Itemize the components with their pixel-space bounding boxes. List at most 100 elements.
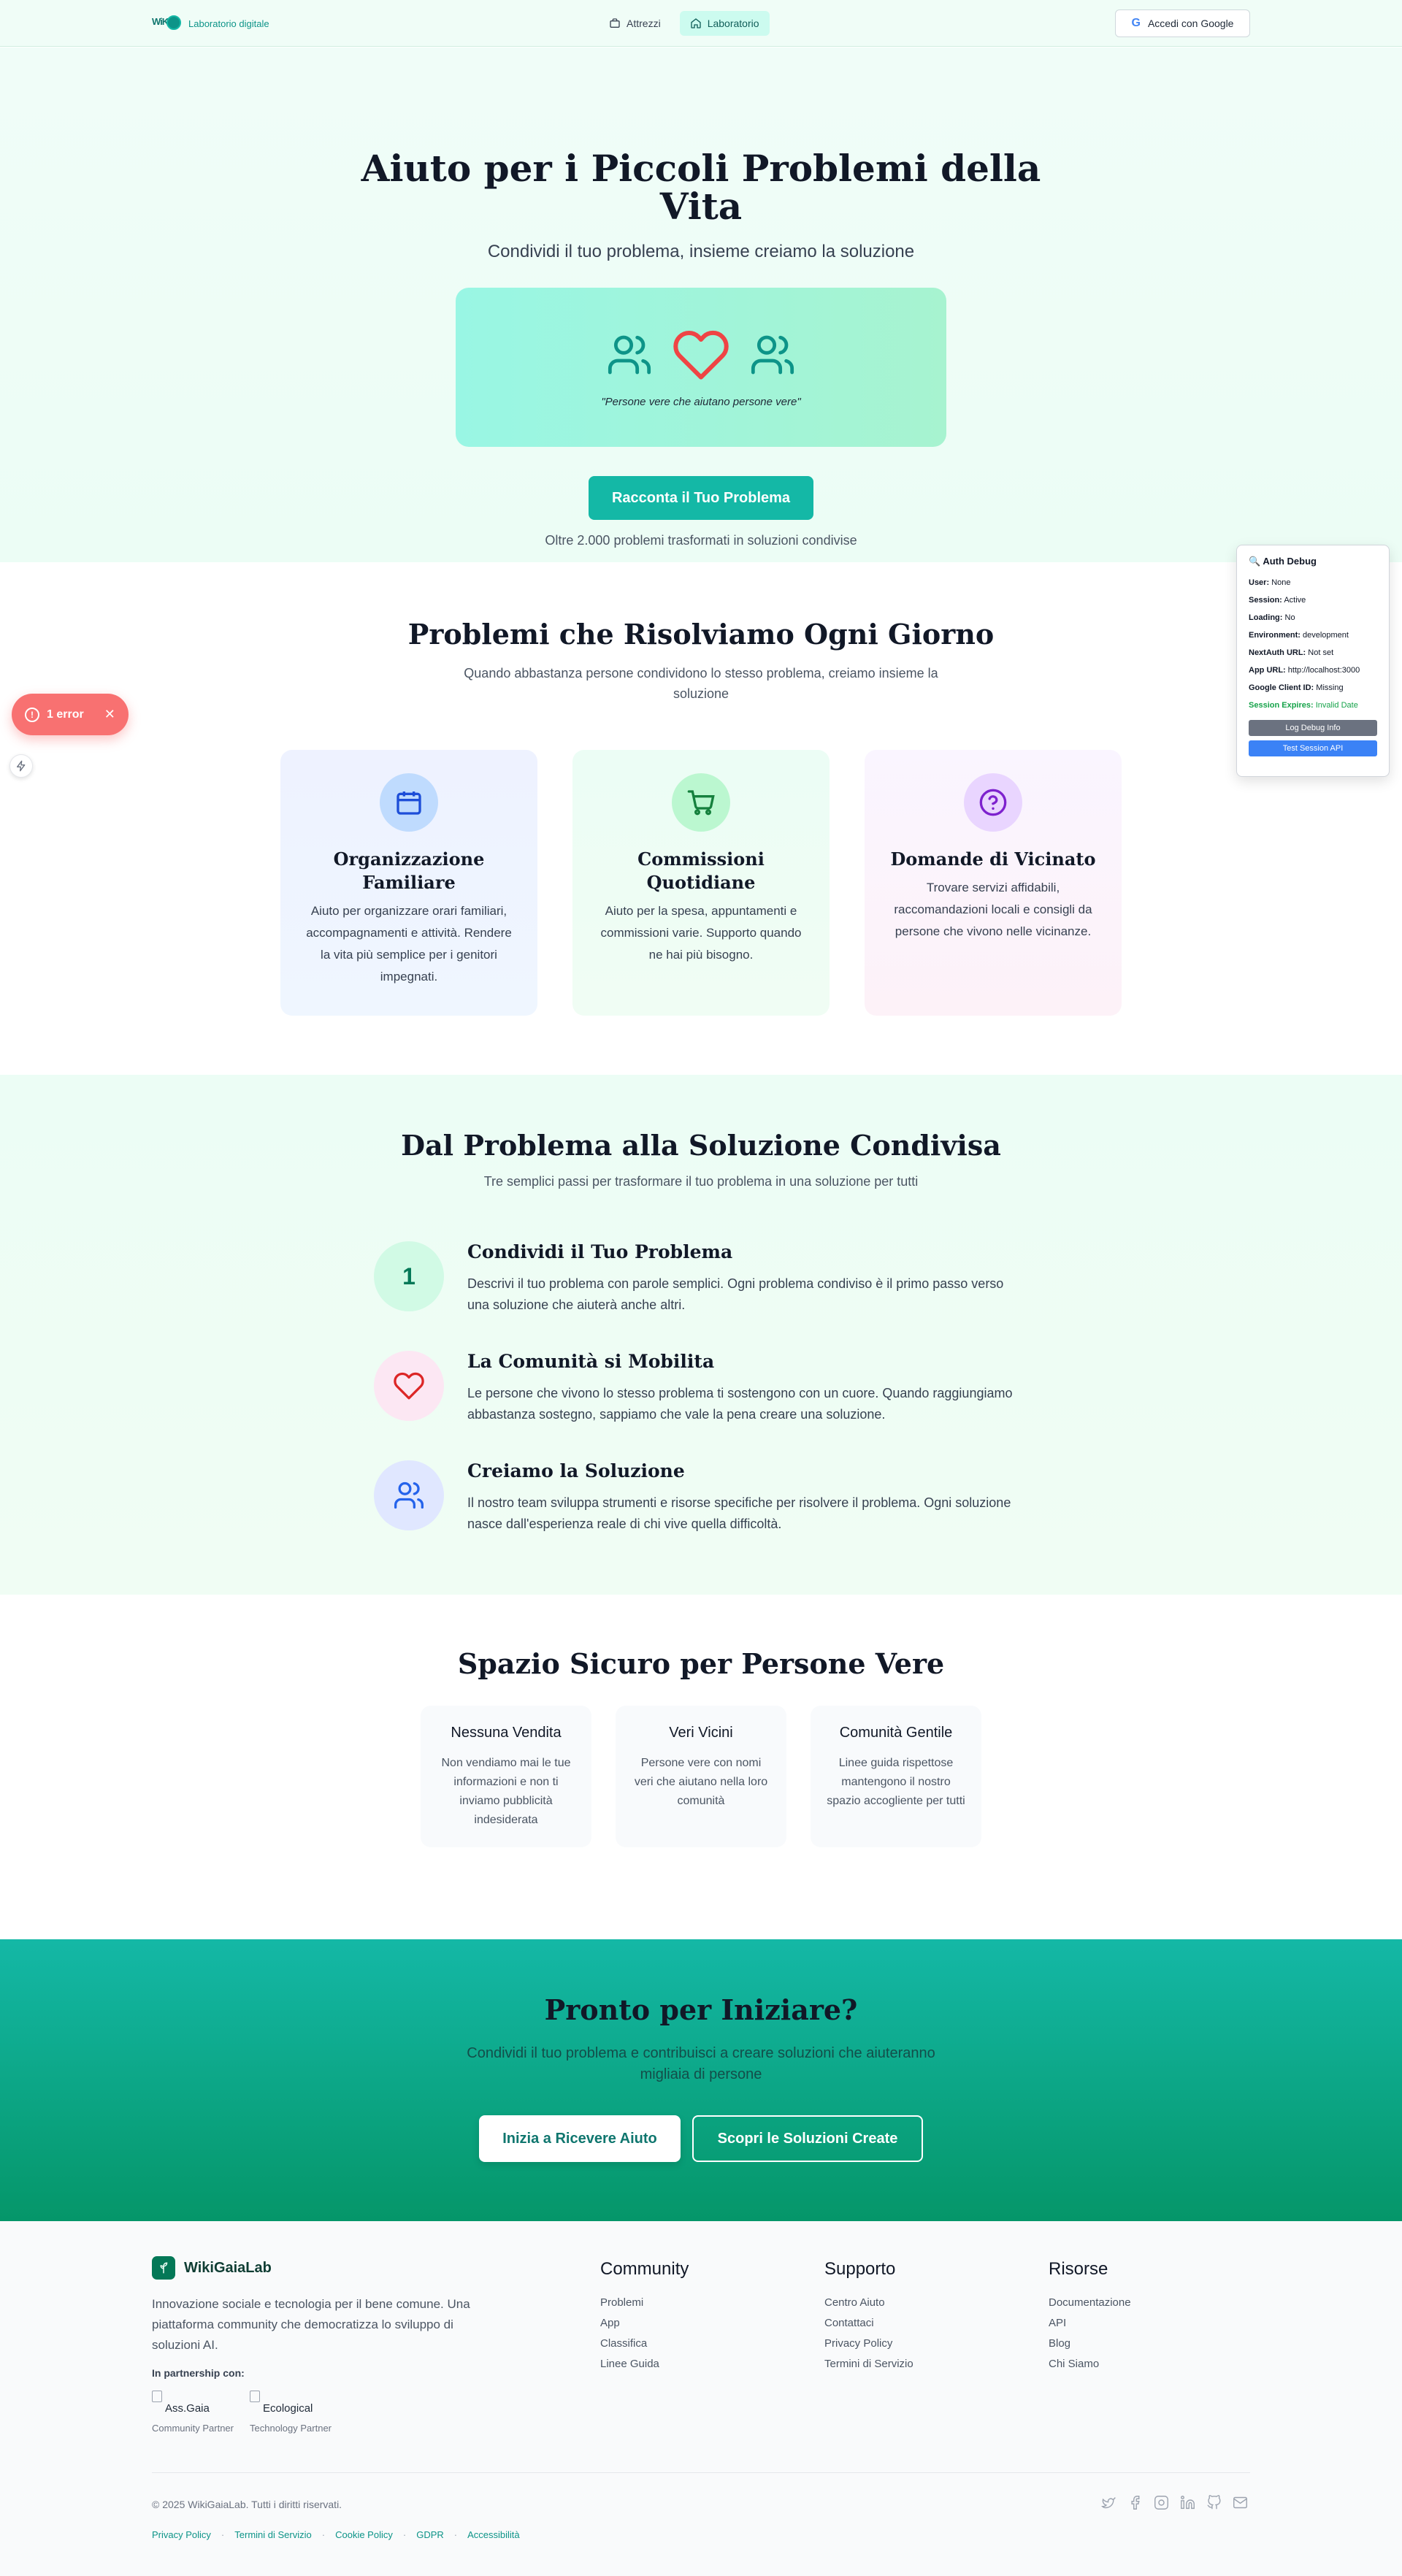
legal-link[interactable]: GDPR <box>416 2529 444 2540</box>
debug-row: Session: Active <box>1249 596 1306 605</box>
debug-row: Google Client ID: Missing <box>1249 683 1344 692</box>
footer-link[interactable]: Linee Guida <box>600 2354 689 2374</box>
dev-tools-button[interactable] <box>9 754 33 778</box>
problem-card-neighborhood[interactable]: Domande di Vicinato Trovare servizi affi… <box>865 750 1122 1016</box>
debug-title: 🔍 Auth Debug <box>1249 556 1317 567</box>
tell-problem-button[interactable]: Racconta il Tuo Problema <box>589 476 813 520</box>
safe-card-kind-community: Comunità Gentile Linee guida rispettose … <box>811 1706 981 1847</box>
cart-icon <box>687 790 715 816</box>
problem-card-text: Trovare servizi affidabili, raccomandazi… <box>894 881 1092 938</box>
close-icon[interactable]: ✕ <box>104 707 115 722</box>
google-icon: G <box>1131 17 1141 29</box>
footer-link[interactable]: Blog <box>1049 2334 1131 2354</box>
footer-link[interactable]: Chi Siamo <box>1049 2354 1131 2374</box>
footer-description: Innovazione sociale e tecnologia per il … <box>152 2297 470 2352</box>
hero-subtitle: Condividi il tuo problema, insieme creia… <box>487 242 915 261</box>
problems-title: Problemi che Risolviamo Ogni Giorno <box>407 618 995 651</box>
step-item: 1 Condividi il Tuo Problema Descrivi il … <box>374 1241 1031 1322</box>
site-logo-link[interactable]: WiKi Laboratorio digitale <box>152 15 269 32</box>
google-login-button[interactable]: G Accedi con Google <box>1115 9 1250 37</box>
footer-link[interactable]: Centro Aiuto <box>824 2293 913 2313</box>
nav-link-laboratorio[interactable]: Laboratorio <box>679 11 770 36</box>
step-item: La Comunità si Mobilita Le persone che v… <box>374 1351 1031 1431</box>
partner-caption: Community Partner <box>152 2423 234 2434</box>
leaf-icon <box>160 2262 168 2274</box>
error-toast[interactable]: ! 1 error ✕ <box>12 694 129 735</box>
hero-stat-note: Oltre 2.000 problemi trasformati in solu… <box>545 533 857 548</box>
footer-link[interactable]: Privacy Policy <box>824 2334 913 2354</box>
step-text: Il nostro team sviluppa strumenti e riso… <box>467 1495 1011 1531</box>
legal-link[interactable]: Termini di Servizio <box>234 2529 311 2540</box>
hero-section: Aiuto per i Piccoli Problemi della Vita … <box>0 47 1402 562</box>
calendar-icon <box>397 791 421 815</box>
footer-col-title: Community <box>600 2259 689 2279</box>
legal-link[interactable]: Cookie Policy <box>335 2529 393 2540</box>
users-icon <box>608 335 651 375</box>
safe-card-real-neighbors: Veri Vicini Persone vere con nomi veri c… <box>616 1706 786 1847</box>
safe-card-title: Veri Vicini <box>669 1725 733 1741</box>
nav-link-attrezzi[interactable]: Attrezzi <box>599 11 671 36</box>
facebook-icon[interactable] <box>1127 2495 1143 2510</box>
partner-ecological[interactable]: Ecological Technology Partner <box>250 2391 352 2434</box>
step-item: Creiamo la Soluzione Il nostro team svil… <box>374 1460 1031 1541</box>
footer-brand-name: WikiGaiaLab <box>184 2259 272 2276</box>
test-session-button[interactable]: Test Session API <box>1249 740 1377 756</box>
steps-subtitle: Tre semplici passi per trasformare il tu… <box>483 1174 919 1189</box>
problem-card-title: Organizzazione Familiare <box>333 848 485 893</box>
github-icon[interactable] <box>1206 2495 1222 2510</box>
cta-section: Pronto per Iniziare? Condividi il tuo pr… <box>0 1939 1402 2221</box>
step-number: 1 <box>402 1262 415 1289</box>
mail-icon[interactable] <box>1233 2495 1248 2510</box>
bolt-icon <box>17 760 26 772</box>
safe-space-title: Spazio Sicuro per Persone Vere <box>457 1647 945 1680</box>
heart-icon <box>394 1372 424 1400</box>
error-count: 1 error <box>47 708 84 721</box>
log-debug-button[interactable]: Log Debug Info <box>1249 720 1377 736</box>
nav-links: Attrezzi Laboratorio <box>599 11 770 36</box>
copyright: © 2025 WikiGaiaLab. Tutti i diritti rise… <box>152 2499 342 2510</box>
footer-link[interactable]: Classifica <box>600 2334 689 2354</box>
instagram-icon[interactable] <box>1154 2495 1169 2510</box>
footer-brand[interactable]: WikiGaiaLab <box>152 2256 272 2280</box>
legal-link[interactable]: Privacy Policy <box>152 2529 211 2540</box>
step-title: La Comunità si Mobilita <box>467 1351 715 1372</box>
legal-link[interactable]: Accessibilità <box>467 2529 520 2540</box>
step-title: Condividi il Tuo Problema <box>467 1241 733 1262</box>
legal-links: Privacy Policy · Termini di Servizio · Coo… <box>152 2529 520 2540</box>
footer-col-resources: Risorse Documentazione API Blog Chi Siam… <box>1049 2259 1131 2374</box>
twitter-icon[interactable] <box>1101 2495 1116 2510</box>
question-icon <box>979 789 1007 816</box>
hero-quote: "Persone vere che aiutano persone vere" <box>601 396 801 408</box>
footer-link[interactable]: API <box>1049 2313 1131 2334</box>
footer-link[interactable]: Documentazione <box>1049 2293 1131 2313</box>
safe-card-text: Persone vere con nomi veri che aiutano n… <box>634 1757 768 1807</box>
footer-col-title: Supporto <box>824 2259 896 2279</box>
footer-link[interactable]: App <box>600 2313 689 2334</box>
footer-link[interactable]: Contattaci <box>824 2313 913 2334</box>
heart-icon <box>673 330 729 380</box>
safe-card-text: Non vendiamo mai le tue informazioni e n… <box>441 1757 571 1826</box>
footer-col-community: Community Problemi App Classifica Linee … <box>600 2259 689 2374</box>
problem-card-family[interactable]: Organizzazione Familiare Aiuto per organ… <box>280 750 537 1016</box>
safe-card-no-sales: Nessuna Vendita Non vendiamo mai le tue … <box>421 1706 591 1847</box>
debug-row: Loading: No <box>1249 613 1295 622</box>
steps-title: Dal Problema alla Soluzione Condivisa <box>401 1129 1001 1162</box>
problem-card-title: Domande di Vicinato <box>890 848 1096 870</box>
hero-illustration-card: "Persone vere che aiutano persone vere" <box>456 288 946 447</box>
discover-solutions-button[interactable]: Scopri le Soluzioni Create <box>692 2115 923 2162</box>
home-icon <box>691 18 701 28</box>
broken-image-icon <box>250 2391 260 2402</box>
footer-link[interactable]: Termini di Servizio <box>824 2354 913 2374</box>
safe-card-title: Comunità Gentile <box>839 1725 953 1741</box>
problem-card-errands[interactable]: Commissioni Quotidiane Aiuto per la spes… <box>572 750 830 1016</box>
hero-title: Aiuto per i Piccoli Problemi della Vita <box>361 147 1041 228</box>
nav-tagline: Laboratorio digitale <box>188 18 269 29</box>
linkedin-icon[interactable] <box>1180 2495 1195 2510</box>
social-links <box>1101 2495 1248 2510</box>
problem-card-text: Aiuto per la spesa, appuntamenti e commi… <box>600 904 802 962</box>
auth-debug-panel: 🔍 Auth Debug User: None Session: Active … <box>1236 545 1390 777</box>
partner-gaia[interactable]: Ass.Gaia Community Partner <box>152 2391 254 2434</box>
footer-link[interactable]: Problemi <box>600 2293 689 2313</box>
start-help-button[interactable]: Inizia a Ricevere Aiuto <box>479 2115 681 2162</box>
partners-title: In partnership con: <box>152 2367 245 2379</box>
